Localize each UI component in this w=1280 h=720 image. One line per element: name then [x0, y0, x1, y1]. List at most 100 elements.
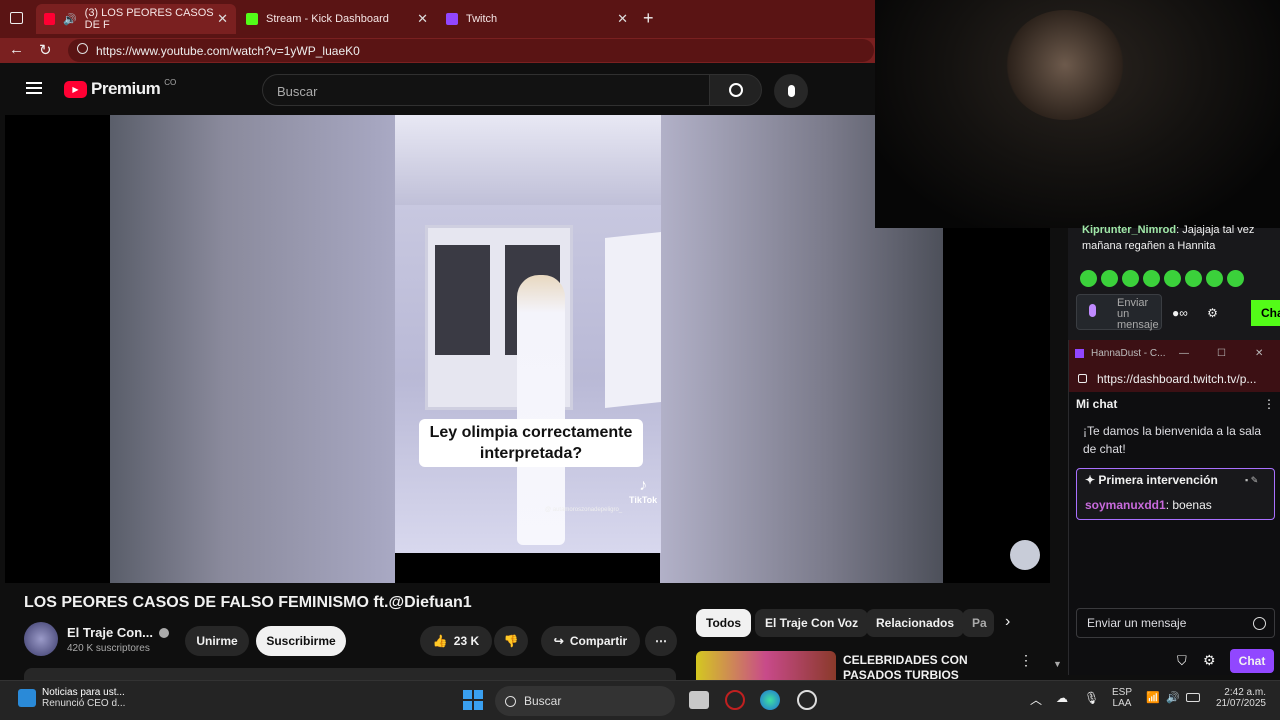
description-box[interactable] — [24, 668, 676, 680]
language-indicator[interactable]: ESP LAA — [1112, 687, 1132, 709]
url-text: https://www.youtube.com/watch?v=1yWP_lua… — [96, 43, 360, 58]
emote-icon[interactable] — [1185, 270, 1202, 287]
thumbs-up-icon: 👍 — [432, 634, 448, 648]
chat-username[interactable]: Kiprunter_Nimrod — [1082, 224, 1176, 236]
emote-icon[interactable] — [1143, 270, 1160, 287]
back-icon[interactable]: ← — [9, 41, 24, 58]
dislike-button[interactable]: 👎 — [494, 626, 528, 656]
url-field[interactable]: https://www.youtube.com/watch?v=1yWP_lua… — [68, 39, 874, 62]
first-message-label: Primera intervención — [1098, 473, 1218, 487]
channel-watermark-icon[interactable] — [1010, 540, 1040, 570]
chat-username[interactable]: soymanuxdd1 — [1085, 498, 1166, 512]
twitch-favicon-icon — [446, 13, 458, 25]
scroll-down-icon[interactable]: ▼ — [1053, 659, 1062, 669]
refresh-icon[interactable]: ↻ — [39, 41, 52, 59]
chip-more[interactable]: Pa — [962, 609, 994, 637]
close-icon[interactable]: ✕ — [1255, 348, 1263, 359]
emote-icon[interactable] — [1080, 270, 1097, 287]
join-button[interactable]: Unirme — [185, 626, 249, 656]
tiktok-label: TikTok — [629, 495, 658, 505]
recommendation-thumbnail[interactable] — [696, 651, 836, 680]
app-icon-red[interactable] — [725, 690, 745, 710]
battery-icon[interactable] — [1186, 693, 1200, 702]
volume-icon[interactable]: 🔊 — [1166, 691, 1180, 704]
person — [517, 275, 565, 545]
verified-icon — [158, 627, 169, 638]
like-button[interactable]: 👍 23 K — [420, 626, 492, 656]
kick-chat-input[interactable]: Enviar un mensaje — [1076, 294, 1162, 331]
settings-icon[interactable]: ⚙ — [1207, 306, 1218, 320]
kick-chat-send-button[interactable]: Cha — [1251, 300, 1280, 326]
sparkle-icon: ✦ — [1085, 473, 1096, 487]
chip-el-traje[interactable]: El Traje Con Voz — [755, 609, 869, 637]
emote-icon[interactable] — [1206, 270, 1223, 287]
news-widget[interactable]: Noticias para ust... Renunció CEO d... — [18, 687, 125, 709]
maximize-icon[interactable]: ☐ — [1217, 348, 1226, 359]
close-tab-icon[interactable]: ✕ — [617, 11, 628, 27]
new-tab-icon[interactable]: + — [643, 8, 654, 29]
recommendation-more-icon[interactable]: ⋮ — [1019, 652, 1033, 669]
first-message-actions[interactable]: ▪ ✎ — [1245, 475, 1258, 486]
chat-send-button[interactable]: Chat — [1230, 649, 1274, 673]
video-title: LOS PEORES CASOS DE FALSO FEMINISMO ft.@… — [24, 594, 472, 611]
search-input[interactable]: Buscar — [262, 74, 710, 106]
chip-all[interactable]: Todos — [696, 609, 752, 637]
clock[interactable]: 2:42 a.m. 21/07/2025 — [1210, 687, 1266, 709]
microphone-tray-icon[interactable]: 🎙 — [1084, 691, 1099, 705]
users-icon[interactable]: ●∞ — [1172, 306, 1188, 320]
chat-input-text: Enviar un mensaje — [1117, 297, 1159, 331]
minimize-icon[interactable]: — — [1179, 348, 1189, 359]
youtube-logo[interactable]: ▶ Premium CO — [64, 77, 177, 99]
language-code: ESP — [1112, 687, 1133, 698]
edge-icon[interactable] — [760, 690, 780, 710]
microphone-icon[interactable] — [1089, 304, 1096, 317]
close-tab-icon[interactable]: ✕ — [417, 11, 428, 27]
windows-taskbar: Noticias para ust... Renunció CEO d... B… — [0, 680, 1280, 720]
menu-icon[interactable] — [26, 82, 42, 94]
more-actions-button[interactable]: ⋯ — [645, 626, 677, 656]
shield-icon[interactable]: ⛉ — [1177, 653, 1187, 669]
recommendation-title[interactable]: CELEBRIDADES CON PASADOS TURBIOS — [843, 653, 1013, 680]
popup-url-bar[interactable]: https://dashboard.twitch.tv/p... — [1069, 366, 1280, 392]
emote-icon[interactable] — [1164, 270, 1181, 287]
channel-name-text: El Traje Con... — [67, 625, 153, 640]
chevron-right-icon[interactable]: › — [1005, 613, 1010, 631]
chip-related[interactable]: Relacionados — [866, 609, 965, 637]
emote-icon[interactable] — [1227, 270, 1244, 287]
emote-icon[interactable] — [1122, 270, 1139, 287]
tab-actions-icon[interactable] — [10, 12, 23, 24]
video-frame: ♪ TikTok @ autamoroszonadepeligro_ — [395, 115, 661, 553]
start-button[interactable] — [463, 690, 483, 710]
voice-search-button[interactable] — [774, 74, 808, 108]
speaker-icon: 🔊 — [62, 13, 77, 26]
subscribe-button[interactable]: Suscribirme — [256, 626, 346, 656]
chat-input-placeholder: Enviar un mensaje — [1087, 616, 1187, 630]
emote-icon[interactable] — [1101, 270, 1118, 287]
streamer-face — [1005, 10, 1125, 120]
settings-icon[interactable]: ⚙ — [1203, 652, 1216, 669]
obs-icon[interactable] — [797, 690, 817, 710]
news-icon — [18, 689, 36, 707]
country-code: CO — [164, 77, 177, 87]
close-tab-icon[interactable]: ✕ — [217, 11, 228, 27]
wifi-icon[interactable]: 📶 — [1146, 691, 1160, 704]
chat-menu-icon[interactable]: ⋮ — [1263, 397, 1275, 411]
tab-twitch[interactable]: Twitch ✕ — [438, 4, 636, 34]
taskbar-search-label: Buscar — [524, 694, 562, 708]
task-view-icon[interactable] — [689, 691, 709, 709]
chevron-up-icon[interactable]: ︿ — [1030, 691, 1042, 708]
tab-kick[interactable]: Stream - Kick Dashboard ✕ — [238, 4, 436, 34]
tab-youtube[interactable]: 🔊 (3) LOS PEORES CASOS DE F ✕ — [36, 4, 236, 34]
share-button[interactable]: ↪ Compartir — [541, 626, 640, 656]
tiktok-icon: ♪ — [639, 477, 648, 494]
channel-name[interactable]: El Traje Con... — [67, 625, 169, 640]
search-button[interactable] — [709, 74, 762, 106]
tray-icon[interactable]: ☁ — [1056, 691, 1068, 705]
emoji-icon[interactable] — [1253, 617, 1266, 630]
taskbar-search[interactable]: Buscar — [495, 686, 675, 716]
first-message-header: ✦ Primera intervención — [1085, 473, 1218, 487]
channel-avatar[interactable] — [24, 622, 58, 656]
twitch-chat-input[interactable]: Enviar un mensaje — [1076, 608, 1275, 638]
thumbs-down-icon: 👎 — [503, 634, 519, 648]
subscriber-count: 420 K suscriptores — [67, 643, 150, 654]
